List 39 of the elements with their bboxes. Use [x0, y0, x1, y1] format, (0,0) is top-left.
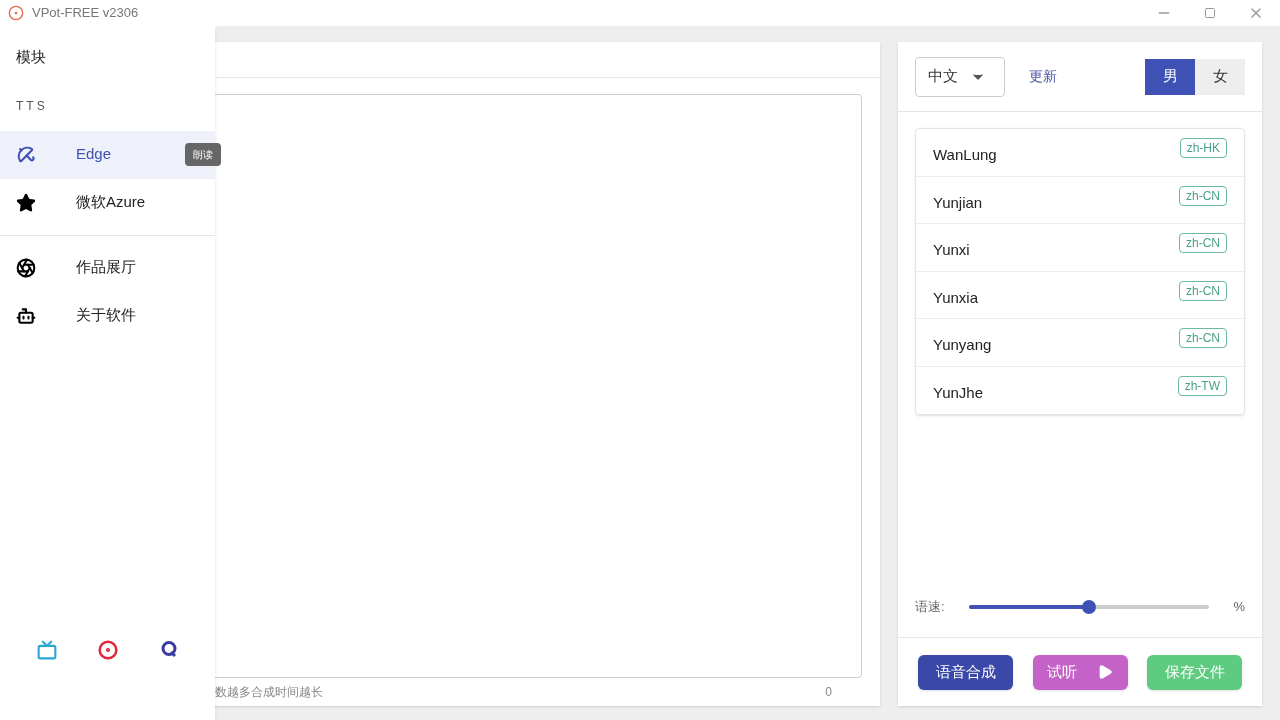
gender-toggle[interactable]: 男 — [1145, 58, 1195, 95]
gender-toggle[interactable]: 女 — [1195, 58, 1245, 95]
refresh-link[interactable]: 更新 — [1029, 66, 1057, 87]
app-logo-icon — [8, 5, 24, 21]
circle-icon[interactable] — [98, 640, 119, 660]
language-select[interactable]: 中文 — [915, 56, 1005, 97]
aperture-icon — [16, 257, 36, 278]
maximize-icon[interactable] — [1204, 7, 1216, 19]
section-label: TTS — [15, 97, 49, 115]
locale-tag: zh-CN — [1179, 328, 1227, 348]
locale-tag: zh-TW — [1177, 375, 1227, 396]
tooltip: 朗读 — [185, 142, 221, 166]
speed-slider[interactable] — [968, 599, 1210, 614]
nav-item[interactable]: 关于软件 — [0, 291, 215, 340]
voice-item[interactable]: Yunxia zh-CN — [916, 271, 1244, 319]
voice-item[interactable]: Yunxi zh-CN — [916, 224, 1244, 272]
hint-text: 数越多合成时间越长 — [215, 684, 323, 701]
speed-label: 语速: — [915, 597, 945, 616]
char-count: 0 — [825, 684, 832, 701]
locale-tag: zh-CN — [1179, 280, 1227, 301]
robot-icon — [16, 305, 36, 326]
nav-item[interactable]: 微软Azure — [0, 178, 215, 227]
q-icon[interactable] — [160, 640, 179, 658]
synthesize-button[interactable]: 语音合成 — [918, 654, 1013, 690]
percent-unit: % — [1233, 597, 1245, 616]
window-title: VPot-FREE v2306 — [32, 4, 139, 23]
voice-item[interactable]: Yunjian zh-CN — [916, 176, 1244, 224]
nav-item[interactable]: 作品展厅 — [0, 243, 215, 292]
voice-item[interactable]: Yunyang zh-CN — [916, 319, 1244, 367]
star-icon — [16, 192, 36, 213]
locale-tag: zh-CN — [1179, 185, 1227, 206]
locale-tag: zh-HK — [1179, 138, 1227, 158]
locale-tag: zh-CN — [1179, 233, 1227, 253]
play-icon — [1097, 664, 1113, 680]
tv-icon[interactable] — [36, 640, 57, 660]
voice-item[interactable]: WanLung zh-HK — [916, 129, 1244, 177]
voice-item[interactable]: YunJhe zh-TW — [916, 366, 1244, 414]
preview-button[interactable]: 试听 — [1032, 654, 1128, 690]
drawer-heading: 模块 — [15, 47, 47, 67]
